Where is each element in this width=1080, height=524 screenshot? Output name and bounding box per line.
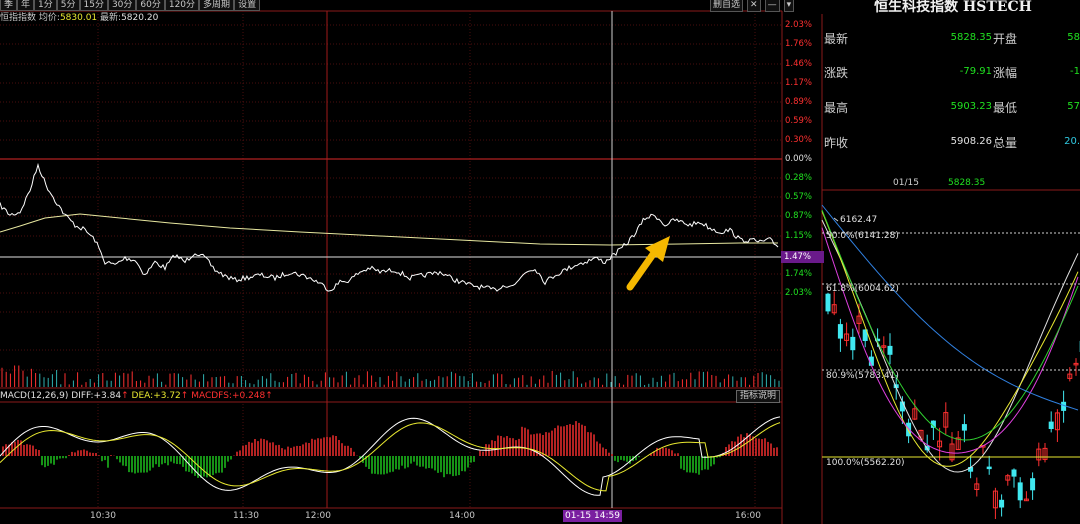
pct-label-up-2: 1.46% [785,59,813,69]
index-name: 恒指指数 [0,13,37,23]
fib-label-809: 80.9%(5783.41) [826,371,899,381]
quote-value-prev-close: 5908.26 [950,136,992,147]
diff-value: +3.84 [93,391,122,401]
pct-label-down-3: 1.15% [785,231,813,241]
dea-label: DEA: [131,391,154,401]
vertical-grid [97,11,756,508]
quote-value-open: 58 [1067,32,1080,43]
quote-label-high: 最高 [824,101,849,115]
period-60min[interactable]: 60分 [136,0,165,11]
horizontal-grid [0,24,782,371]
period-1min[interactable]: 1分 [34,0,57,11]
minimize-icon[interactable]: — [764,0,780,12]
pct-label-up-6: 0.30% [785,135,813,145]
quote-value-low: 57 [1067,101,1080,112]
chart-info-line: 恒指指数 均价:5830.01 最新:5820.20 [0,12,158,24]
pct-label-up-4: 0.89% [785,97,813,107]
avg-value: 5830.01 [59,13,98,23]
candle-body [961,424,967,431]
quote-label-change: 涨跌 [824,66,849,80]
quote-label-last: 最新 [824,32,849,46]
pct-label-down-0: 0.28% [785,173,813,183]
pct-label-down-1: 0.57% [785,192,813,202]
time-label-1130: 11:30 [233,511,259,521]
period-30min[interactable]: 30分 [107,0,137,11]
time-label-1600: 16:00 [735,511,761,521]
macd-histogram [2,421,778,478]
pct-label-up-1: 1.76% [785,39,813,49]
dropdown-icon[interactable]: ▾ [783,0,795,12]
candle-body [899,401,905,412]
candle-body [999,499,1005,508]
candle-body [825,293,831,312]
macd-label: MACD(12,26,9) [0,391,69,401]
crosshair-time-label: 01-15 14:59 [563,510,622,522]
pct-label-up-0: 2.03% [785,20,813,30]
chart-canvas [0,10,1080,524]
intraday-price-line [0,162,779,292]
annotation-arrow-icon [626,236,670,291]
candle-body [1030,478,1036,491]
pct-label-down-2: 0.87% [785,211,813,221]
quote-value-volume: 20. [1064,136,1080,147]
multi-period-button[interactable]: 多周期 [199,0,235,11]
candle-body [1048,421,1054,430]
time-label-1400: 14:00 [449,511,475,521]
indicator-help-button[interactable]: 指标说明 [736,390,781,403]
period-15min[interactable]: 15分 [79,0,108,11]
candle-body [1011,469,1017,477]
last-value: 5820.20 [121,13,159,23]
fib-label-50: 50.0%(6141.28) [826,231,899,241]
cursor-price: 5828.35 [948,178,986,188]
candle-body [986,466,992,470]
last-label: 最新: [100,13,122,23]
avg-label: 均价: [38,13,60,23]
high-price-label: 6162.47 [840,215,878,225]
moving-average-line-4 [821,209,1079,441]
settings-button[interactable]: 设置 [234,0,261,11]
fib-label-618: 61.8%(6004.62) [826,284,899,294]
pct-label-down-5: 2.03% [785,288,813,298]
pct-label-up-3: 1.17% [785,78,813,88]
candle-body [1061,401,1067,411]
period-year[interactable]: 年 [17,0,35,11]
time-label-1200: 12:00 [305,511,331,521]
fib-label-100: 100.0%(5562.20) [826,458,905,468]
quote-value-change: -79.91 [959,66,992,77]
candle-body [837,324,843,339]
macdfs-value: +0.248 [231,391,266,401]
window-controls: 删自选 ✕ — ▾ [710,0,795,12]
cursor-date: 01/15 [893,178,919,188]
quote-value-high: 5903.23 [950,101,992,112]
pct-label-up-5: 0.59% [785,116,813,126]
moving-average-line-1 [821,219,1079,473]
dea-value: +3.72 [153,391,181,401]
period-season[interactable]: 季 [0,0,18,11]
quote-value-change-pct: -1 [1070,66,1080,77]
quote-panel-title: 恒生科技指数 HSTECH [874,0,1032,15]
time-label-1030: 10:30 [90,511,116,521]
volume-bars [1,365,780,387]
pct-label-down-4: 1.74% [785,269,813,279]
period-5min[interactable]: 5分 [56,0,80,11]
period-120min[interactable]: 120分 [164,0,200,11]
period-toolbar: 季 年 1分 5分 15分 30分 60分 120分 多周期 设置 [0,0,261,11]
candle-body [1017,482,1023,501]
quote-label-prev-close: 昨收 [824,136,849,150]
current-pct-badge: 1.47% [781,251,824,263]
remove-watchlist-button[interactable]: 删自选 [710,0,744,12]
stock-chart-window: 季 年 1分 5分 15分 30分 60分 120分 多周期 设置 删自选 ✕ … [0,0,1080,524]
macdfs-label: MACDFS: [191,391,232,401]
diff-label: DIFF: [71,391,94,401]
candle-body [887,345,893,355]
candlestick-chart [825,291,1080,519]
pct-label-zero: 0.00% [785,154,813,164]
candle-body [850,336,856,351]
close-icon[interactable]: ✕ [747,0,761,12]
macd-header: MACD(12,26,9) DIFF:+3.84↑ DEA:+3.72↑ MAC… [0,391,273,401]
quote-value-last: 5828.35 [950,32,992,43]
